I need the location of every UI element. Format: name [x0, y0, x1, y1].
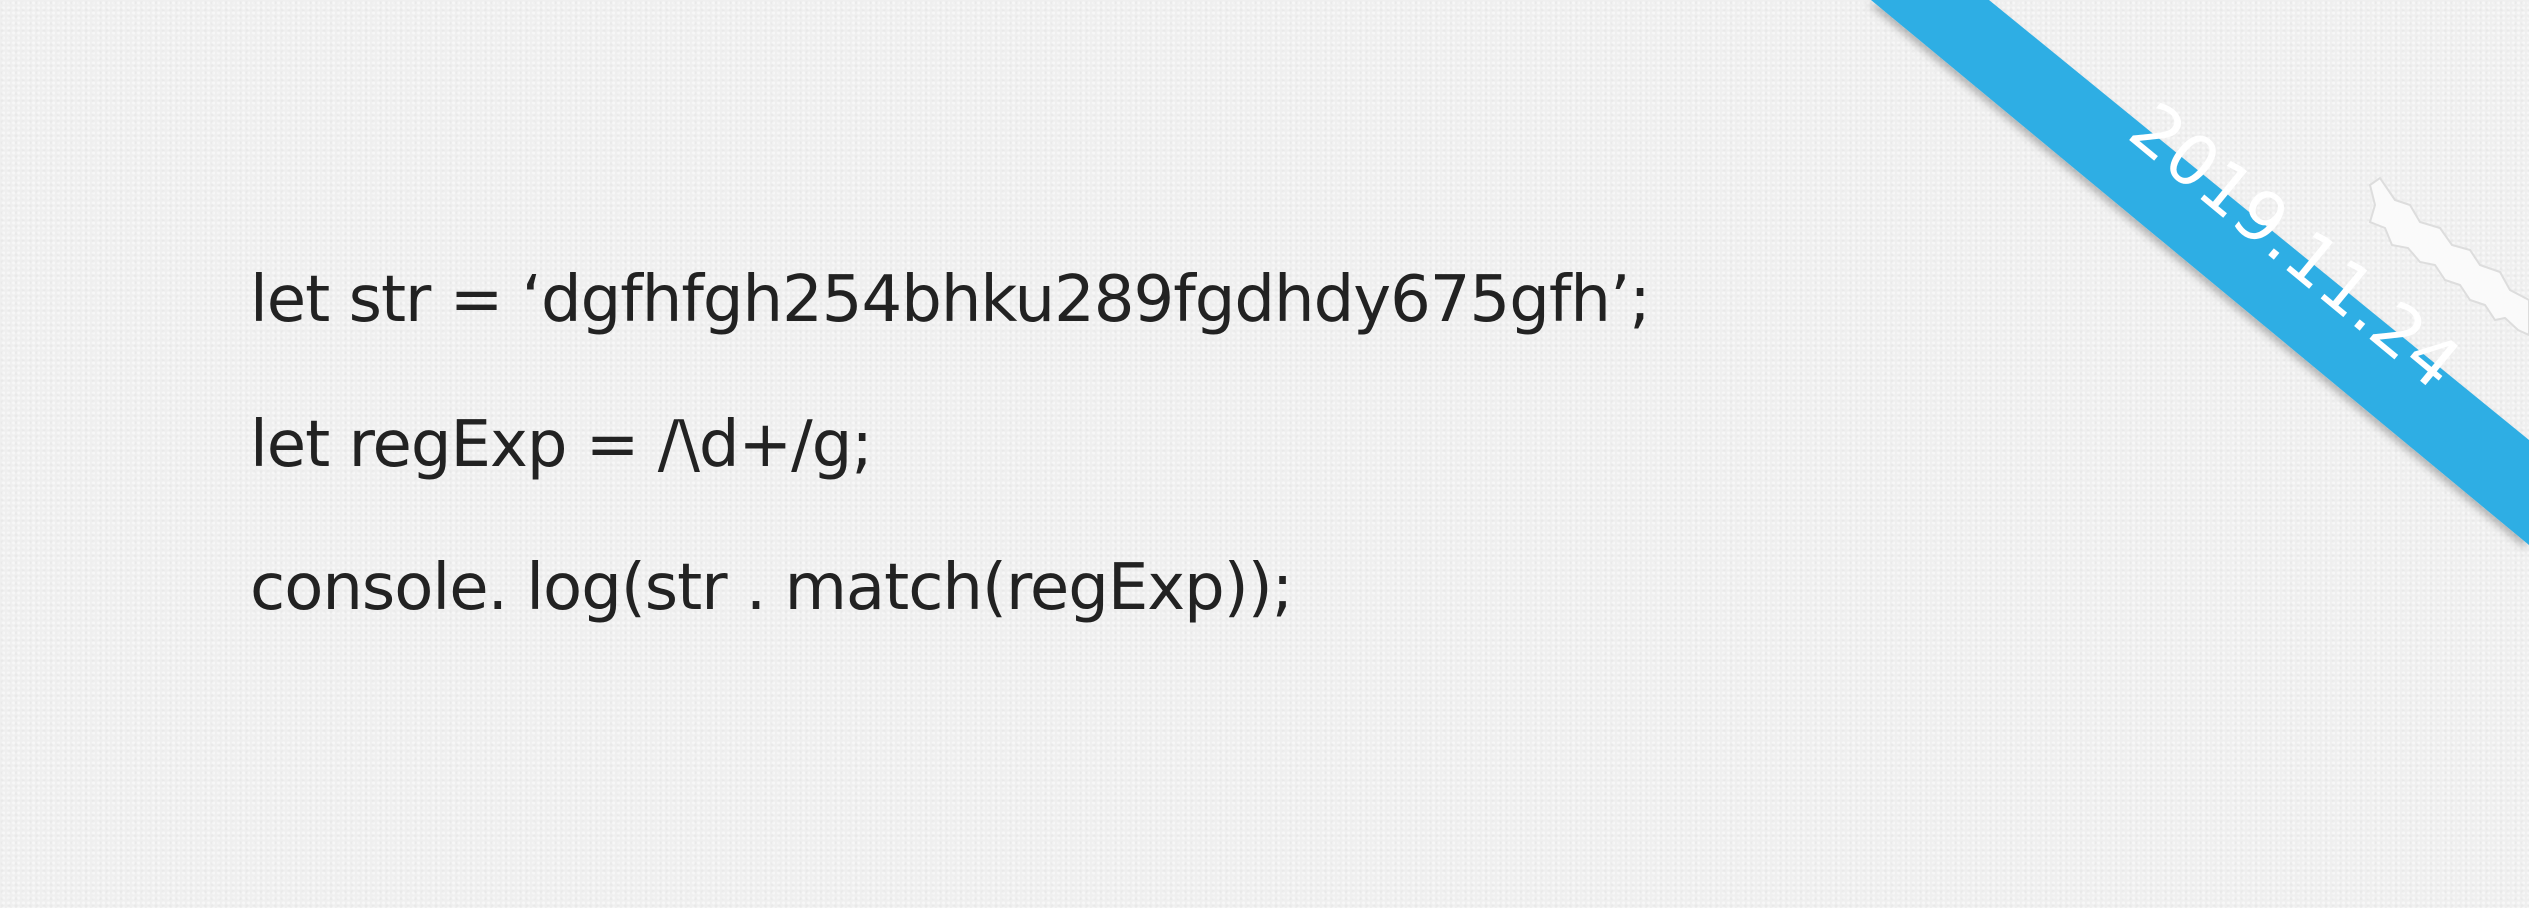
- ribbon-band: [1871, 0, 2529, 545]
